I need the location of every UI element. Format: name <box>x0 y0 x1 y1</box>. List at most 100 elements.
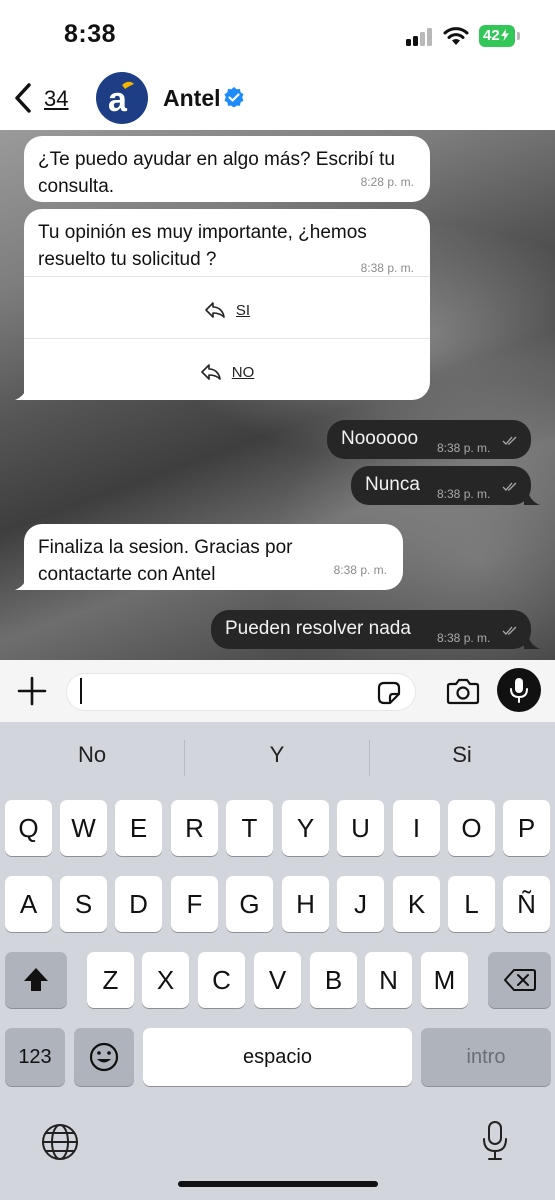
message-line: resuelto tu solicitud ? <box>38 249 217 270</box>
reply-arrow-icon <box>200 364 221 380</box>
key-f[interactable]: F <box>171 876 218 932</box>
suggestion-1[interactable]: No <box>2 742 182 768</box>
key-p[interactable]: P <box>503 800 550 856</box>
chat-area[interactable]: ¿Te puedo ayudar en algo más? Escribí tu… <box>0 130 555 660</box>
key-h[interactable]: H <box>282 876 329 932</box>
bubble-tail <box>15 576 33 590</box>
outgoing-message[interactable]: Nunca 8:38 p. m. <box>351 466 531 505</box>
key-r[interactable]: R <box>171 800 218 856</box>
message-time: 8:38 p. m. <box>437 631 491 645</box>
status-bar: 8:38 42 <box>0 0 555 70</box>
message-text: ¿Te puedo ayudar en algo más? Escribí tu… <box>38 146 395 200</box>
key-t[interactable]: T <box>226 800 273 856</box>
battery-tip <box>517 32 520 40</box>
key-m[interactable]: M <box>421 952 468 1008</box>
key-v[interactable]: V <box>254 952 301 1008</box>
quick-reply-si-button[interactable]: SI <box>24 276 430 338</box>
suggestion-divider <box>369 740 370 776</box>
quick-reply-label: SI <box>235 302 251 319</box>
battery-icon: 42 <box>479 25 515 47</box>
key-q[interactable]: Q <box>5 800 52 856</box>
key-d[interactable]: D <box>115 876 162 932</box>
contact-name[interactable]: Antel <box>163 85 221 112</box>
message-text: Noooooo <box>341 428 419 449</box>
message-time: 8:38 p. m. <box>437 487 491 501</box>
incoming-message-with-quick-replies[interactable]: Tu opinión es muy importante, ¿hemos res… <box>24 209 430 400</box>
message-line: Tu opinión es muy importante, ¿hemos <box>38 222 367 243</box>
quick-reply-label: NO <box>231 364 255 381</box>
reply-arrow-icon <box>205 302 225 318</box>
avatar[interactable]: a <box>96 72 148 124</box>
key-k[interactable]: K <box>393 876 440 932</box>
space-key[interactable]: espacio <box>143 1028 412 1086</box>
bubble-tail <box>15 386 33 400</box>
suggestion-3[interactable]: Si <box>372 742 552 768</box>
key-b[interactable]: B <box>310 952 357 1008</box>
message-line: ¿Te puedo ayudar en algo más? Escribí tu <box>38 149 395 170</box>
emoji-icon <box>89 1042 119 1072</box>
enter-key[interactable]: intro <box>421 1028 551 1086</box>
backspace-key[interactable] <box>488 952 551 1008</box>
key-n[interactable]: N <box>365 952 412 1008</box>
message-text: Nunca <box>365 474 420 495</box>
shift-key[interactable] <box>5 952 67 1008</box>
key-x[interactable]: X <box>142 952 189 1008</box>
key-s[interactable]: S <box>60 876 107 932</box>
home-indicator[interactable] <box>178 1181 378 1187</box>
key-i[interactable]: I <box>393 800 440 856</box>
key-u[interactable]: U <box>337 800 384 856</box>
message-text: Finaliza la sesion. Gracias por contacta… <box>38 534 293 588</box>
key-y[interactable]: Y <box>282 800 329 856</box>
quick-reply-no[interactable]: NO <box>200 359 255 386</box>
double-check-icon <box>502 436 517 445</box>
globe-icon[interactable] <box>40 1122 80 1162</box>
suggestion-2[interactable]: Y <box>187 742 367 768</box>
key-z[interactable]: Z <box>87 952 134 1008</box>
key-e[interactable]: E <box>115 800 162 856</box>
message-time: 8:38 p. m. <box>437 441 491 455</box>
mic-icon <box>510 678 528 703</box>
back-chevron-icon[interactable] <box>12 82 34 114</box>
message-input[interactable] <box>66 673 416 711</box>
key-j[interactable]: J <box>337 876 384 932</box>
incoming-message[interactable]: Finaliza la sesion. Gracias por contacta… <box>24 524 403 590</box>
key-a[interactable]: A <box>5 876 52 932</box>
outgoing-message[interactable]: Pueden resolver nada 8:38 p. m. <box>211 610 531 649</box>
message-line: contactarte con Antel <box>38 564 216 585</box>
quick-reply-no-button[interactable]: NO <box>24 338 430 400</box>
message-time: 8:28 p. m. <box>360 175 414 189</box>
incoming-message[interactable]: ¿Te puedo ayudar en algo más? Escribí tu… <box>24 136 430 202</box>
plus-icon[interactable] <box>16 675 48 707</box>
antel-logo: a <box>108 81 134 119</box>
key-enye[interactable]: Ñ <box>503 876 550 932</box>
bubble-tail <box>524 635 540 649</box>
key-o[interactable]: O <box>448 800 495 856</box>
double-check-icon <box>502 482 517 491</box>
wifi-icon <box>443 27 469 45</box>
quick-reply-si[interactable]: SI <box>204 297 250 324</box>
outgoing-message[interactable]: Noooooo 8:38 p. m. <box>327 420 531 459</box>
shift-icon <box>24 968 48 991</box>
key-l[interactable]: L <box>448 876 495 932</box>
verified-badge-icon <box>224 87 244 107</box>
key-g[interactable]: G <box>226 876 273 932</box>
cellular-signal-icon <box>406 28 434 46</box>
message-text: Pueden resolver nada <box>225 618 411 639</box>
message-text: Tu opinión es muy importante, ¿hemos res… <box>38 219 367 273</box>
sticker-icon[interactable] <box>375 679 403 707</box>
voice-record-button[interactable] <box>497 668 541 712</box>
chat-header: 34 a Antel <box>0 70 555 130</box>
emoji-key[interactable] <box>74 1028 134 1086</box>
status-time: 8:38 <box>64 20 117 48</box>
message-time: 8:38 p. m. <box>333 563 387 577</box>
camera-icon[interactable] <box>446 677 480 705</box>
back-unread-count[interactable]: 34 <box>44 86 68 112</box>
backspace-icon <box>503 969 536 991</box>
text-caret <box>80 678 82 704</box>
key-w[interactable]: W <box>60 800 107 856</box>
bubble-tail <box>524 491 540 505</box>
key-c[interactable]: C <box>198 952 245 1008</box>
numbers-key[interactable]: 123 <box>5 1028 65 1086</box>
keyboard: No Y Si Q W E R T Y U I O P A S D F G H … <box>0 722 555 1200</box>
dictation-mic-icon[interactable] <box>482 1120 508 1162</box>
